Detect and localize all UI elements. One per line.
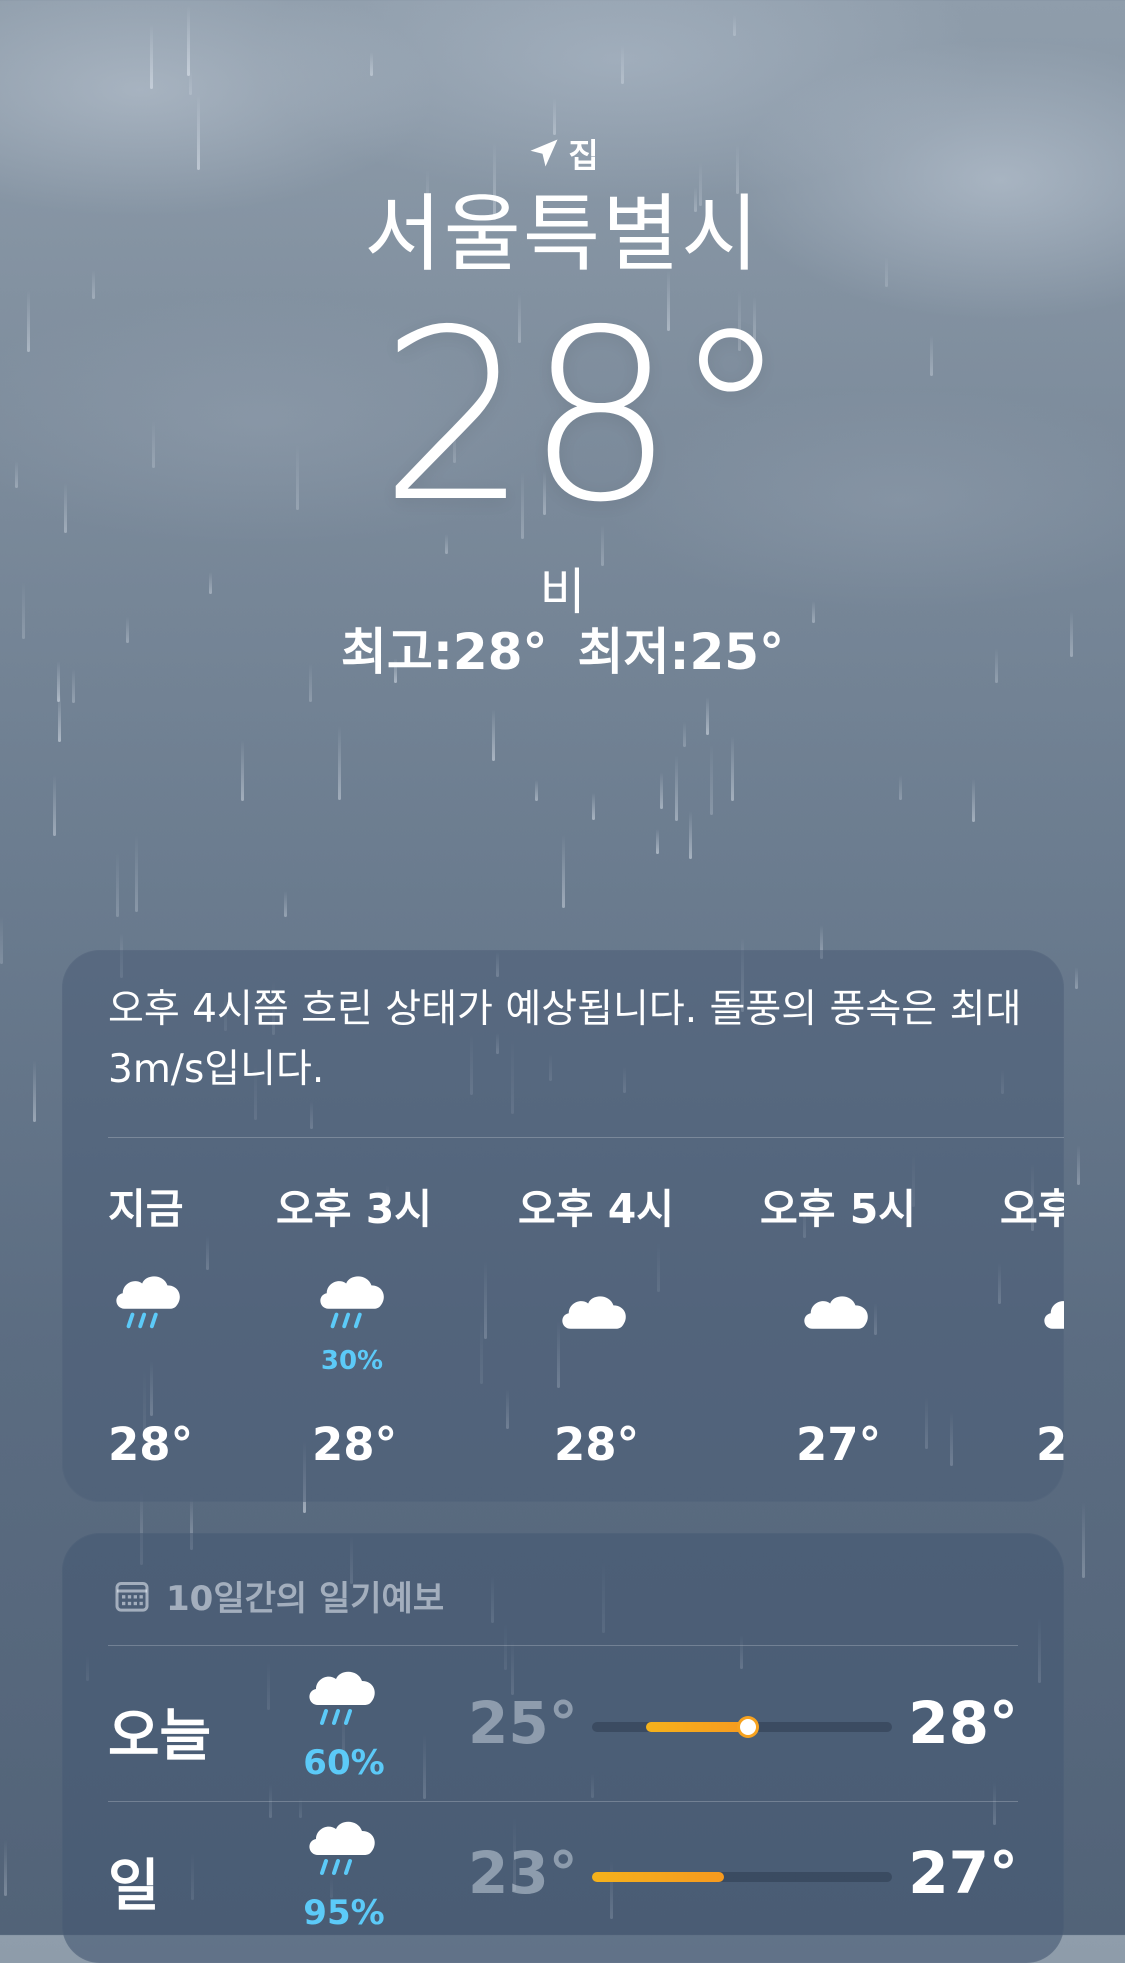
- temp-range-bar: [592, 1719, 892, 1735]
- daily-row[interactable]: 일 95% 23° 27°: [62, 1801, 1064, 1951]
- divider: [108, 1137, 1064, 1138]
- temp-range-fill: [646, 1722, 748, 1732]
- hour-label: 오후 5시: [760, 1185, 916, 1233]
- rain-streak: [189, 70, 192, 95]
- temp-range-fill: [592, 1872, 724, 1882]
- day-precip-chance: 60%: [303, 1743, 385, 1783]
- rain-streak: [899, 775, 902, 800]
- location-row[interactable]: 집: [0, 130, 1125, 176]
- hour-temperature: 27°: [796, 1418, 882, 1471]
- day-high-temp: 28°: [908, 1689, 1018, 1757]
- daily-forecast-title: 10일간의 일기예보: [166, 1579, 445, 1619]
- hourly-forecast-card[interactable]: 오후 4시쯤 흐린 상태가 예상됩니다. 돌풍의 풍속은 최대 3m/s입니다.…: [62, 950, 1064, 1502]
- rain-streak: [535, 780, 538, 801]
- hour-label: 오후 4시: [518, 1185, 674, 1233]
- rain-streak: [492, 709, 495, 761]
- day-name: 오늘: [108, 1704, 212, 1769]
- hour-temperature: 28°: [312, 1418, 398, 1471]
- rain-streak: [370, 52, 373, 76]
- rain-streak: [33, 1060, 36, 1122]
- day-name: 일: [108, 1854, 160, 1919]
- day-precip-chance: 95%: [303, 1893, 385, 1933]
- cloud-icon: [1044, 1301, 1064, 1329]
- temp-range-bar: [592, 1872, 892, 1882]
- calendar-icon: [115, 1581, 149, 1612]
- rain-streak: [689, 811, 692, 859]
- hour-label: 오후: [1000, 1185, 1064, 1233]
- daily-forecast-header: 10일간의 일기예보: [112, 1571, 444, 1620]
- cloud-rain-icon: [309, 1671, 375, 1725]
- rain-streak: [675, 755, 678, 821]
- cloud-rain-icon: [320, 1276, 384, 1329]
- day-low-temp: 25°: [468, 1689, 578, 1757]
- rain-streak: [284, 891, 287, 917]
- hour-temperature: 28°: [108, 1418, 194, 1471]
- rain-streak: [53, 775, 56, 836]
- rain-streak: [4, 1839, 7, 1896]
- location-label: 집: [568, 136, 599, 175]
- day-low-temp: 23°: [468, 1839, 578, 1907]
- current-temperature: 28°: [379, 279, 789, 554]
- rain-streak: [710, 745, 713, 815]
- rain-streak: [1077, 1145, 1080, 1185]
- rain-streak: [562, 835, 565, 908]
- rain-streak: [116, 852, 119, 917]
- rain-streak: [706, 697, 709, 735]
- rain-streak: [1075, 967, 1078, 989]
- cloud-icon: [804, 1296, 868, 1329]
- hour-label: 지금: [108, 1185, 184, 1233]
- rain-streak: [0, 916, 3, 964]
- cloud-rain-icon: [309, 1821, 375, 1875]
- cloud-rain-icon: [116, 1276, 180, 1329]
- hour-precip-chance: 30%: [320, 1346, 384, 1376]
- cloud-icon: [562, 1296, 626, 1329]
- rain-streak: [733, 15, 736, 36]
- rain-streak: [241, 740, 244, 801]
- current-temp-marker: [740, 1719, 756, 1735]
- condition-text: 비: [539, 563, 586, 621]
- daily-row[interactable]: 오늘 60% 25° 28°: [62, 1651, 1064, 1802]
- hour-temperature: 2: [1036, 1418, 1064, 1471]
- rain-streak: [150, 24, 153, 89]
- rain-streak: [187, 6, 190, 76]
- rain-streak: [338, 726, 341, 800]
- current-weather-header: 집 서울특별시 28° 비 최고:28° 최저:25°: [0, 130, 1125, 682]
- rain-streak: [58, 694, 61, 742]
- high-temp: 최고:28°: [340, 623, 548, 681]
- rain-streak: [972, 779, 975, 822]
- daily-forecast-card[interactable]: 10일간의 일기예보 오늘 60% 25° 28° 일 95% 23° 27°: [62, 1533, 1064, 1963]
- rain-streak: [656, 829, 659, 854]
- rain-streak: [1082, 1502, 1085, 1578]
- rain-streak: [135, 835, 138, 912]
- rain-streak: [621, 45, 624, 84]
- day-high-temp: 27°: [908, 1839, 1018, 1907]
- rain-streak: [660, 772, 663, 809]
- hour-temperature: 28°: [554, 1418, 640, 1471]
- divider: [108, 1645, 1018, 1646]
- low-temp: 최저:25°: [577, 623, 785, 681]
- forecast-summary: 오후 4시쯤 흐린 상태가 예상됩니다. 돌풍의 풍속은 최대 3m/s입니다.: [108, 987, 1022, 1092]
- location-arrow-icon: [530, 139, 558, 167]
- rain-streak: [683, 722, 686, 747]
- high-low-row: 최고:28° 최저:25°: [0, 622, 1125, 682]
- rain-streak: [592, 793, 595, 820]
- city-name: 서울특별시: [364, 185, 761, 283]
- rain-streak: [731, 736, 734, 801]
- hour-label: 오후 3시: [276, 1185, 432, 1233]
